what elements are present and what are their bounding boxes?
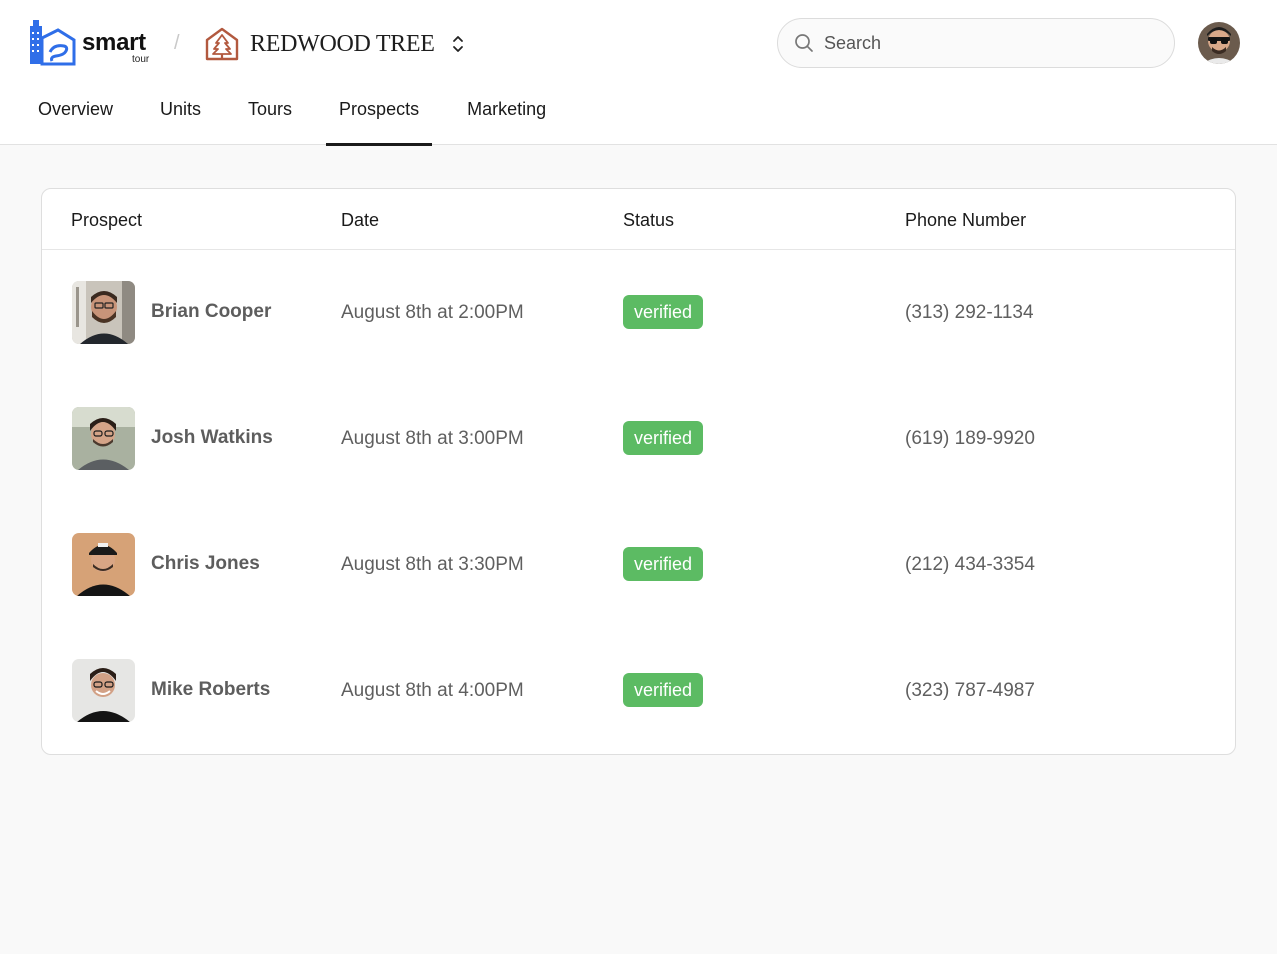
column-header-phone[interactable]: Phone Number <box>905 210 1026 231</box>
table-row[interactable]: Brian Cooper August 8th at 2:00PM verifi… <box>42 250 1235 376</box>
breadcrumb-separator: / <box>174 32 180 54</box>
user-avatar-image <box>1198 22 1240 64</box>
column-header-prospect[interactable]: Prospect <box>71 210 142 231</box>
table-row[interactable]: Chris Jones August 8th at 3:30PM verifie… <box>42 502 1235 628</box>
main-tabs: Overview Units Tours Prospects Marketing <box>0 88 546 146</box>
status-badge: verified <box>623 547 704 581</box>
tab-label: Marketing <box>467 99 547 119</box>
prospect-name[interactable]: Josh Watkins <box>151 427 273 449</box>
prospect-avatar <box>72 281 135 344</box>
prospects-table: Prospect Date Status Phone Number Brian … <box>41 188 1236 755</box>
tab-label: Tours <box>248 99 293 119</box>
search-input[interactable] <box>824 32 1144 54</box>
search-icon <box>795 34 813 52</box>
brand-name: smart <box>82 29 146 56</box>
redwood-tree-icon <box>205 27 239 61</box>
tab-marketing[interactable]: Marketing <box>467 88 546 145</box>
prospect-phone: (313) 292-1134 <box>905 302 1034 323</box>
prospect-name[interactable]: Brian Cooper <box>151 301 271 323</box>
search-box[interactable] <box>777 18 1175 68</box>
chevron-up-down-icon[interactable] <box>451 33 465 55</box>
org-switcher[interactable]: REDWOOD TREE <box>204 24 465 64</box>
top-bar: smart tour / REDWOOD TREE Search Overvie… <box>0 0 1277 146</box>
table-header: Prospect Date Status Phone Number <box>42 189 1235 250</box>
prospect-name[interactable]: Chris Jones <box>151 553 260 575</box>
prospect-name[interactable]: Mike Roberts <box>151 679 270 701</box>
table-row[interactable]: Josh Watkins August 8th at 3:00PM verifi… <box>42 376 1235 502</box>
tab-tours[interactable]: Tours <box>248 88 292 145</box>
org-name: REDWOOD TREE <box>250 30 435 57</box>
prospect-phone: (323) 787-4987 <box>905 680 1035 701</box>
prospect-avatar <box>72 533 135 596</box>
tab-prospects[interactable]: Prospects <box>326 88 433 146</box>
column-header-date[interactable]: Date <box>341 210 379 231</box>
tab-units[interactable]: Units <box>160 88 201 145</box>
smart-tour-logo[interactable]: smart tour <box>28 18 156 68</box>
smart-tour-logo-icon <box>30 20 76 66</box>
tab-label: Prospects <box>339 99 420 119</box>
tab-overview[interactable]: Overview <box>38 88 113 145</box>
prospect-date: August 8th at 3:30PM <box>341 554 524 575</box>
prospect-phone: (619) 189-9920 <box>905 428 1035 449</box>
status-badge: verified <box>623 295 704 329</box>
brand-subtitle: tour <box>132 54 150 65</box>
column-header-status[interactable]: Status <box>623 210 674 231</box>
tab-label: Units <box>160 99 202 119</box>
status-badge: verified <box>623 673 704 707</box>
table-row[interactable]: Mike Roberts August 8th at 4:00PM verifi… <box>42 628 1235 754</box>
user-avatar[interactable] <box>1198 22 1240 64</box>
prospect-phone: (212) 434-3354 <box>905 554 1035 575</box>
status-badge: verified <box>623 421 704 455</box>
prospect-date: August 8th at 4:00PM <box>341 680 524 701</box>
prospect-date: August 8th at 3:00PM <box>341 428 524 449</box>
prospect-avatar <box>72 407 135 470</box>
tab-label: Overview <box>38 99 114 119</box>
prospect-avatar <box>72 659 135 722</box>
prospect-date: August 8th at 2:00PM <box>341 302 524 323</box>
